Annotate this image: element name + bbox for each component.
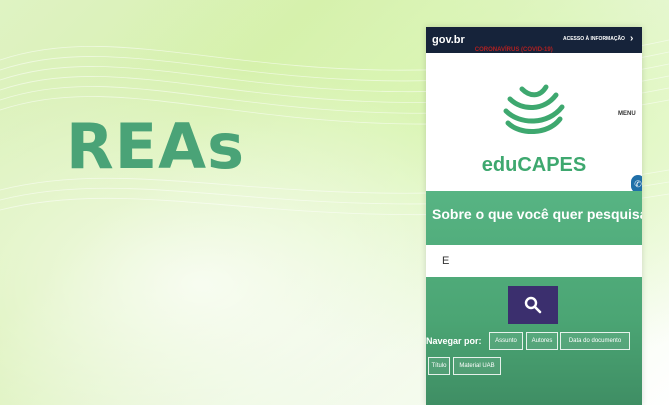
search-prompt: Sobre o que você quer pesquisar? — [432, 206, 642, 222]
gov-logo[interactable]: gov.br — [432, 34, 465, 46]
site-header: eduCAPES MENU ✆ — [426, 53, 642, 193]
slide-title: REAs — [66, 110, 245, 183]
browse-chip-subject[interactable]: Assunto — [489, 332, 523, 350]
phone-screenshot: gov.br CORONAVÍRUS (COVID-19) ACESSO À I… — [426, 27, 642, 405]
brand-name[interactable]: eduCAPES — [426, 154, 642, 177]
search-input[interactable]: E — [426, 245, 642, 277]
search-button[interactable] — [508, 286, 558, 324]
access-info-link[interactable]: ACESSO À INFORMAÇÃO — [563, 36, 625, 42]
browse-label: Navegar por: — [426, 336, 482, 346]
chevron-right-icon[interactable]: › — [630, 33, 633, 44]
browse-chip-uab[interactable]: Material UAB — [453, 357, 501, 375]
covid-alert[interactable]: CORONAVÍRUS (COVID-19) — [475, 38, 555, 53]
menu-button[interactable]: MENU — [618, 111, 636, 117]
search-icon — [524, 296, 542, 314]
browse-chip-title[interactable]: Título — [428, 357, 450, 375]
educapes-globe-icon — [503, 84, 565, 135]
gov-top-bar: gov.br CORONAVÍRUS (COVID-19) ACESSO À I… — [426, 27, 642, 53]
browse-chip-date[interactable]: Data do documento — [560, 332, 630, 350]
browse-chip-authors[interactable]: Autores — [526, 332, 558, 350]
